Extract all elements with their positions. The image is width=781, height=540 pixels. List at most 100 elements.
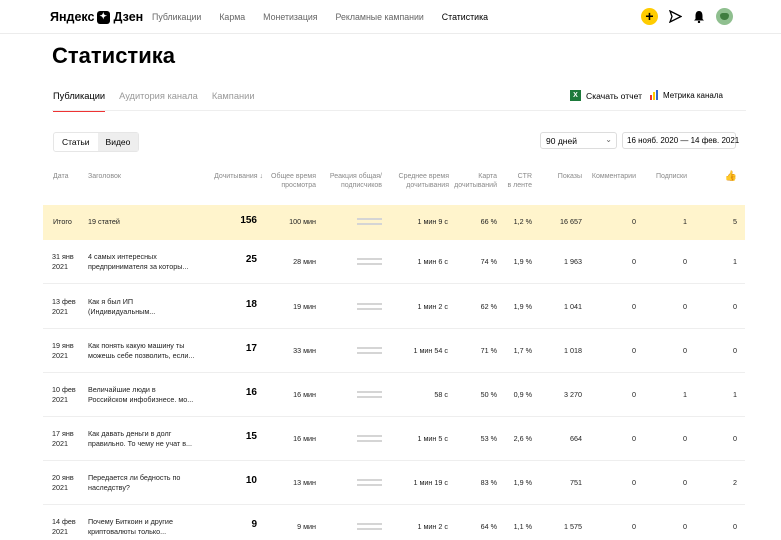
- table-row[interactable]: 10 фев 2021 Величайшие люди в Российском и…: [43, 373, 745, 417]
- thumbs-up-icon[interactable]: 👍: [715, 172, 737, 182]
- table-row[interactable]: 14 фев 2021 Почему Биткоин и другие крипто…: [43, 505, 745, 540]
- row-ctr: 0,9 %: [513, 390, 532, 399]
- row-date: 13 фев 2021: [52, 297, 76, 316]
- row-card: 74 %: [480, 257, 497, 266]
- col-read-card-l2: дочитываний: [454, 182, 497, 189]
- row-likes: 0: [733, 302, 737, 311]
- total-subs: 1: [683, 217, 687, 226]
- table-row[interactable]: 31 янв 2021 4 самых интересных предпринима…: [43, 240, 745, 284]
- row-subs: 0: [683, 302, 687, 311]
- row-avg-time: 1 мин 6 с: [417, 257, 448, 266]
- row-comments: 0: [632, 257, 636, 266]
- row-ctr: 1,9 %: [513, 257, 532, 266]
- col-reaction[interactable]: Реакция общая/ подписчиков: [322, 172, 382, 190]
- table-row[interactable]: 13 фев 2021 Как я был ИП (Индивидуальным..…: [43, 285, 745, 329]
- nav-item-ad-campaigns[interactable]: Рекламные кампании: [336, 12, 424, 22]
- excel-icon: X: [570, 90, 581, 101]
- period-select[interactable]: 90 дней ⌄: [540, 132, 617, 149]
- row-title[interactable]: Почему Биткоин и другие криптовалюты толь…: [88, 517, 173, 537]
- row-avg-time: 1 мин 2 с: [417, 522, 448, 531]
- col-ctr-l2: в ленте: [507, 182, 532, 189]
- row-comments: 0: [632, 390, 636, 399]
- tab-publications[interactable]: Публикации: [53, 91, 106, 112]
- row-shows: 664: [570, 434, 582, 443]
- row-card: 83 %: [480, 478, 497, 487]
- download-report-button[interactable]: X Скачать отчет: [570, 90, 642, 101]
- table-row[interactable]: 20 янв 2021 Передается ли бедность по насл…: [43, 461, 745, 505]
- row-reads: 16: [245, 387, 257, 398]
- row-likes: 0: [733, 346, 737, 355]
- row-avg-time: 1 мин 54 с: [413, 346, 448, 355]
- chevron-down-icon: ⌄: [605, 135, 612, 144]
- row-date: 19 янв 2021: [52, 341, 74, 360]
- row-shows: 1 575: [564, 522, 582, 531]
- metrika-button[interactable]: Метрика канала: [650, 90, 723, 100]
- period-value: 90 дней: [546, 136, 577, 146]
- main-nav: Публикации Карма Монетизация Рекламные к…: [152, 12, 506, 22]
- total-ctr: 1,2 %: [513, 217, 532, 226]
- row-title[interactable]: Как понять какую машину ты можешь себе по…: [88, 341, 194, 361]
- row-title[interactable]: Как давать деньги в долг правильно. То че…: [88, 429, 192, 449]
- row-shows: 1 018: [564, 346, 582, 355]
- col-shows[interactable]: Показы: [540, 172, 582, 181]
- date-range-picker[interactable]: 16 нояб. 2020 — 14 фев. 2021: [622, 132, 739, 149]
- col-total-time-l1: Общее время: [271, 173, 316, 180]
- total-likes: 5: [733, 217, 737, 226]
- col-avg-time-l1: Среднее время: [398, 173, 449, 180]
- col-reaction-l1: Реакция общая/: [329, 173, 382, 180]
- row-title[interactable]: Величайшие люди в Российском инфобизнесе.…: [88, 385, 193, 405]
- row-shows: 751: [570, 478, 582, 487]
- nav-item-publications[interactable]: Публикации: [152, 12, 201, 22]
- top-bar: Яндекс Дзен Публикации Карма Монетизация…: [0, 0, 781, 34]
- filter-articles[interactable]: Статьи: [54, 133, 98, 151]
- logo[interactable]: Яндекс Дзен: [50, 10, 143, 24]
- row-ctr: 1,1 %: [513, 522, 532, 531]
- row-card: 62 %: [480, 302, 497, 311]
- col-avg-time[interactable]: Среднее время дочитывания: [392, 172, 449, 190]
- row-reaction-bars: [357, 391, 382, 401]
- add-button[interactable]: +: [641, 8, 658, 25]
- table-row[interactable]: 17 янв 2021 Как давать деньги в долг прави…: [43, 417, 745, 461]
- download-report-label: Скачать отчет: [586, 90, 643, 101]
- total-avg-time: 1 мин 9 с: [417, 217, 448, 226]
- row-card: 50 %: [480, 390, 497, 399]
- row-card: 53 %: [480, 434, 497, 443]
- col-comments[interactable]: Комментарии: [584, 172, 636, 181]
- total-comments: 0: [632, 217, 636, 226]
- row-title[interactable]: 4 самых интересных предпринимателя за кот…: [88, 252, 188, 272]
- bell-icon[interactable]: [692, 10, 706, 24]
- total-reaction-bars: [357, 218, 382, 228]
- row-card: 64 %: [480, 522, 497, 531]
- row-date: 17 янв 2021: [52, 429, 74, 448]
- nav-item-statistics[interactable]: Статистика: [442, 12, 488, 22]
- total-row: Итого 19 статей 156 100 мин 1 мин 9 с 66…: [43, 205, 745, 240]
- row-reaction-bars: [357, 303, 382, 313]
- col-reaction-l2: подписчиков: [340, 182, 382, 189]
- col-reads[interactable]: Дочитывания ↓: [200, 172, 263, 181]
- row-title[interactable]: Передается ли бедность по наследству?: [88, 473, 180, 493]
- col-subscriptions[interactable]: Подписки: [640, 172, 687, 181]
- row-comments: 0: [632, 434, 636, 443]
- row-card: 71 %: [480, 346, 497, 355]
- row-title[interactable]: Как я был ИП (Индивидуальным...: [88, 297, 155, 317]
- row-reads: 17: [245, 343, 257, 354]
- total-title: 19 статей: [88, 217, 120, 226]
- row-reaction-bars: [357, 347, 382, 357]
- row-avg-time: 1 мин 5 с: [417, 434, 448, 443]
- total-label: Итого: [53, 217, 72, 226]
- col-total-time[interactable]: Общее время просмотра: [265, 172, 316, 190]
- row-reads: 15: [245, 431, 257, 442]
- tab-campaigns[interactable]: Кампании: [212, 91, 255, 112]
- nav-item-karma[interactable]: Карма: [219, 12, 245, 22]
- filter-video[interactable]: Видео: [97, 133, 139, 151]
- avatar[interactable]: [716, 8, 733, 25]
- page-title: Статистика: [52, 43, 175, 68]
- row-comments: 0: [632, 346, 636, 355]
- tab-audience[interactable]: Аудитория канала: [119, 91, 198, 112]
- col-read-card[interactable]: Карта дочитываний: [450, 172, 497, 190]
- col-ctr[interactable]: CTR в ленте: [500, 172, 532, 190]
- row-comments: 0: [632, 478, 636, 487]
- send-icon[interactable]: [668, 9, 682, 24]
- table-row[interactable]: 19 янв 2021 Как понять какую машину ты мож…: [43, 329, 745, 373]
- nav-item-monetization[interactable]: Монетизация: [263, 12, 317, 22]
